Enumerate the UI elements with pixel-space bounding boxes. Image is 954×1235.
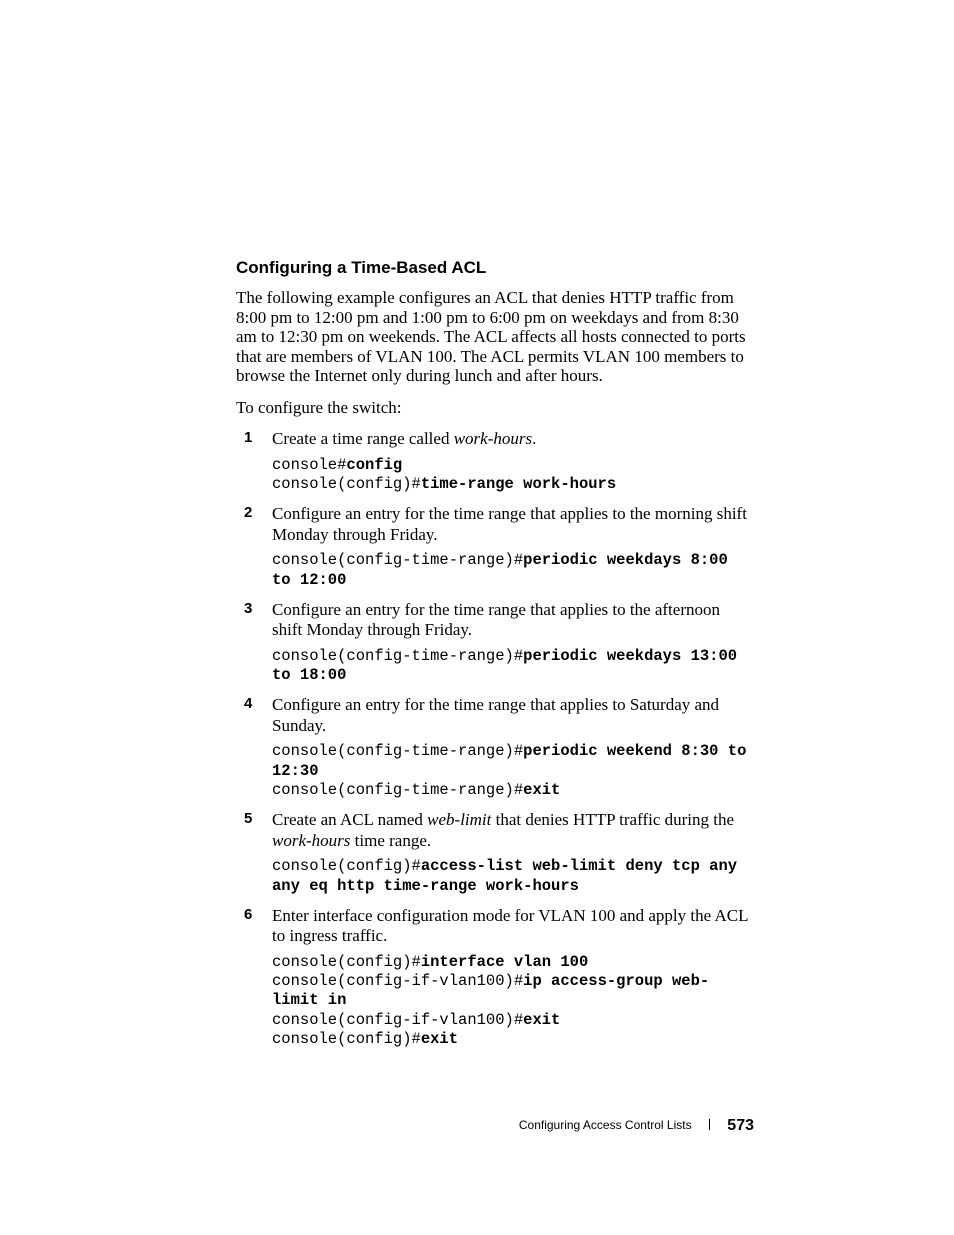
- prompt: console(config-if-vlan100)#: [272, 1011, 523, 1029]
- step-6: Enter interface configuration mode for V…: [236, 906, 754, 1050]
- prompt: console#: [272, 456, 346, 474]
- code-block: console(config)#interface vlan 100 conso…: [272, 953, 754, 1050]
- code-block: console(config-time-range)#periodic week…: [272, 647, 754, 686]
- document-page: Configuring a Time-Based ACL The followi…: [0, 0, 954, 1235]
- step-text: Enter interface configuration mode for V…: [272, 906, 754, 947]
- step-1: Create a time range called work-hours. c…: [236, 429, 754, 494]
- code-block: console(config-time-range)#periodic week…: [272, 742, 754, 800]
- text: Create a time range called: [272, 429, 454, 448]
- lead-in: To configure the switch:: [236, 398, 754, 418]
- prompt: console(config-if-vlan100)#: [272, 972, 523, 990]
- code-block: console#config console(config)#time-rang…: [272, 456, 754, 495]
- page-footer: Configuring Access Control Lists 573: [0, 1117, 954, 1135]
- text: Create an ACL named: [272, 810, 427, 829]
- code-block: console(config)#access-list web-limit de…: [272, 857, 754, 896]
- prompt: console(config)#: [272, 953, 421, 971]
- step-2: Configure an entry for the time range th…: [236, 504, 754, 590]
- prompt: console(config)#: [272, 475, 421, 493]
- step-text: Create an ACL named web-limit that denie…: [272, 810, 754, 851]
- prompt: console(config-time-range)#: [272, 781, 523, 799]
- page-number: 573: [727, 1117, 754, 1134]
- step-text: Configure an entry for the time range th…: [272, 600, 754, 641]
- step-text: Create a time range called work-hours.: [272, 429, 754, 449]
- prompt: console(config-time-range)#: [272, 742, 523, 760]
- command: exit: [421, 1030, 458, 1048]
- footer-title: Configuring Access Control Lists: [519, 1118, 692, 1132]
- intro-paragraph: The following example configures an ACL …: [236, 288, 754, 386]
- section-heading: Configuring a Time-Based ACL: [236, 258, 754, 278]
- step-text: Configure an entry for the time range th…: [272, 504, 754, 545]
- command: time-range work-hours: [421, 475, 616, 493]
- footer-separator: [709, 1119, 710, 1130]
- text: time range.: [350, 831, 431, 850]
- text: .: [532, 429, 536, 448]
- italic-term: web-limit: [427, 810, 491, 829]
- code-block: console(config-time-range)#periodic week…: [272, 551, 754, 590]
- prompt: console(config)#: [272, 857, 421, 875]
- step-5: Create an ACL named web-limit that denie…: [236, 810, 754, 896]
- step-4: Configure an entry for the time range th…: [236, 695, 754, 800]
- step-text: Configure an entry for the time range th…: [272, 695, 754, 736]
- text: that denies HTTP traffic during the: [491, 810, 734, 829]
- prompt: console(config-time-range)#: [272, 647, 523, 665]
- command: exit: [523, 781, 560, 799]
- prompt: console(config-time-range)#: [272, 551, 523, 569]
- italic-term: work-hours: [272, 831, 350, 850]
- command: exit: [523, 1011, 560, 1029]
- step-list: Create a time range called work-hours. c…: [236, 429, 754, 1049]
- command: interface vlan 100: [421, 953, 588, 971]
- command: config: [346, 456, 402, 474]
- prompt: console(config)#: [272, 1030, 421, 1048]
- step-3: Configure an entry for the time range th…: [236, 600, 754, 686]
- italic-term: work-hours: [454, 429, 532, 448]
